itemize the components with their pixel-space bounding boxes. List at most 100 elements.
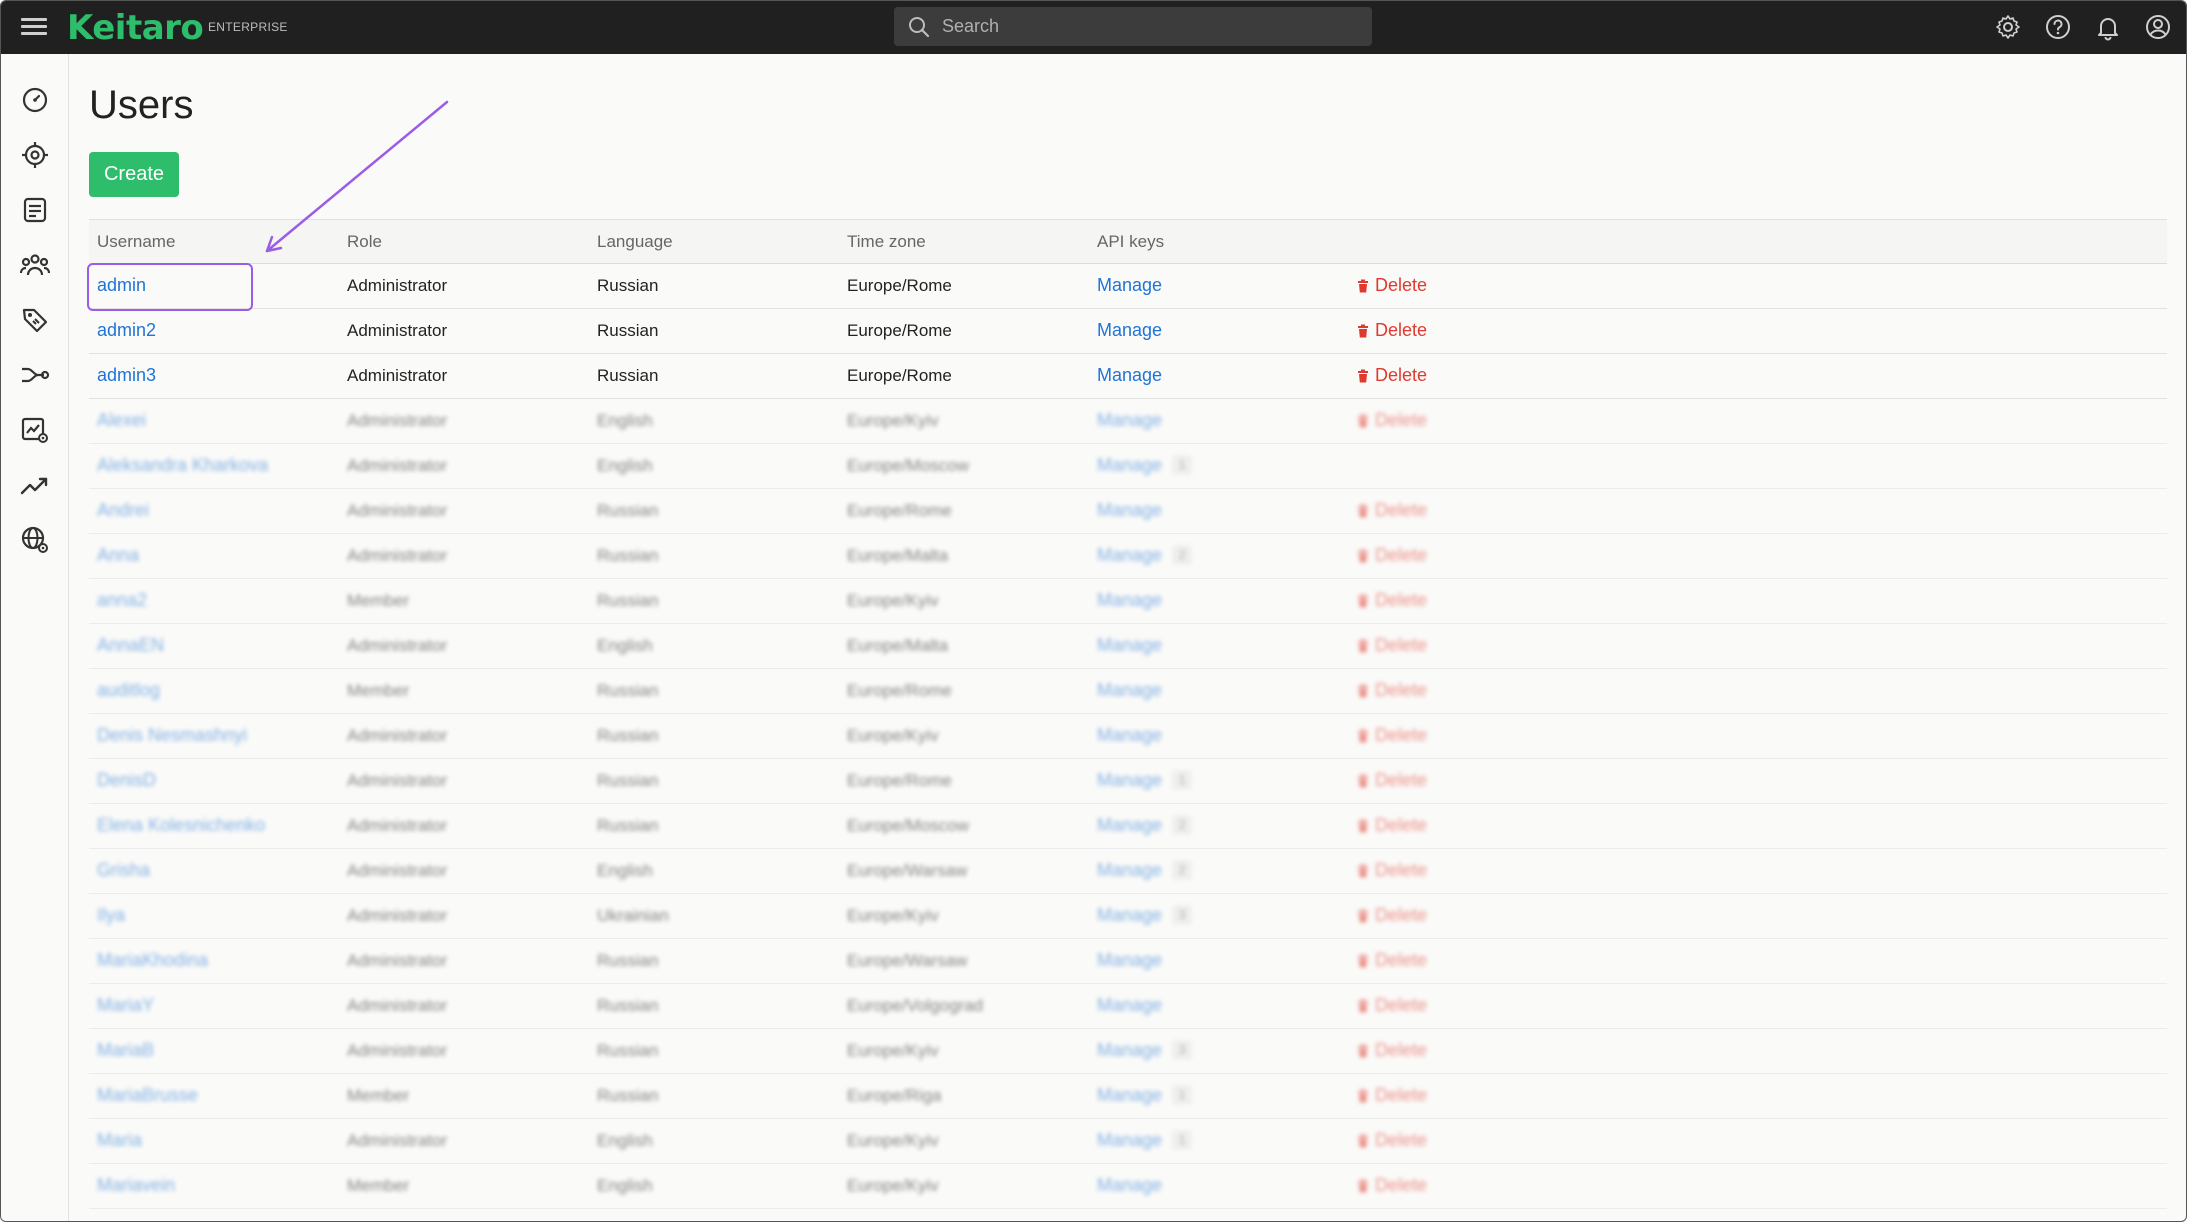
delete-button[interactable]: Delete (1357, 1130, 1427, 1151)
manage-api-keys-link[interactable]: Manage (1097, 275, 1162, 296)
language-cell: Russian (597, 276, 659, 295)
manage-api-keys-link[interactable]: Manage 3 (1097, 905, 1193, 926)
username-link[interactable]: admin3 (97, 365, 156, 386)
user-account-icon[interactable] (2144, 13, 2172, 41)
delete-button[interactable]: Delete (1357, 275, 1427, 296)
username-link[interactable]: Maria (97, 1130, 142, 1151)
search-input[interactable] (942, 16, 1342, 37)
manage-api-keys-link[interactable]: Manage 2 (1097, 545, 1193, 566)
manage-api-keys-link[interactable]: Manage 2 (1097, 860, 1193, 881)
username-link[interactable]: auditlog (97, 680, 160, 701)
column-header-api-keys[interactable]: API keys (1097, 232, 1164, 252)
keitaro-logo[interactable]: Keitaro (67, 8, 204, 48)
manage-api-keys-link[interactable]: Manage 2 (1097, 815, 1193, 836)
help-icon[interactable] (2044, 13, 2072, 41)
username-link[interactable]: Aleksandra Kharkova (97, 455, 268, 476)
delete-label: Delete (1375, 815, 1428, 835)
username-link[interactable]: admin (97, 275, 146, 296)
dashboard-icon[interactable] (19, 84, 51, 116)
reports-settings-icon[interactable] (19, 414, 51, 446)
delete-button[interactable]: Delete (1357, 635, 1427, 656)
username-link[interactable]: AnnaEN (97, 635, 164, 656)
bell-icon[interactable] (2094, 13, 2122, 41)
trash-icon (1358, 1134, 1368, 1147)
delete-button[interactable]: Delete (1357, 725, 1427, 746)
manage-api-keys-link[interactable]: Manage (1097, 590, 1162, 611)
trends-icon[interactable] (19, 469, 51, 501)
column-header-timezone[interactable]: Time zone (847, 232, 926, 252)
manage-api-keys-link[interactable]: Manage (1097, 320, 1162, 341)
delete-button[interactable]: Delete (1357, 770, 1427, 791)
manage-api-keys-link[interactable]: Manage 1 (1097, 1085, 1193, 1106)
delete-label: Delete (1375, 275, 1428, 295)
username-link[interactable]: Mariavein (97, 1175, 175, 1196)
manage-api-keys-link[interactable]: Manage (1097, 635, 1162, 656)
column-header-language[interactable]: Language (597, 232, 673, 252)
affiliate-networks-icon[interactable] (19, 249, 51, 281)
username-link[interactable]: MariaBrusse (97, 1085, 198, 1106)
column-header-role[interactable]: Role (347, 232, 382, 252)
manage-api-keys-link[interactable]: Manage (1097, 1175, 1162, 1196)
manage-api-keys-link[interactable]: Manage (1097, 950, 1162, 971)
flows-icon[interactable] (19, 359, 51, 391)
top-bar: Keitaro ENTERPRISE (1, 1, 2186, 54)
delete-button[interactable]: Delete (1357, 545, 1427, 566)
table-row: Maria Administrator English Europe/Kyiv Mana… (89, 1119, 2167, 1164)
username-link[interactable]: Anna (97, 545, 139, 566)
manage-api-keys-link[interactable]: Manage (1097, 995, 1162, 1016)
manage-api-keys-link[interactable]: Manage 1 (1097, 455, 1193, 476)
domains-icon[interactable] (19, 524, 51, 556)
delete-label: Delete (1375, 1130, 1428, 1150)
timezone-cell: Europe/Moscow (847, 456, 969, 475)
app-window: Keitaro ENTERPRISE Search Users Create U… (0, 0, 2187, 1222)
hamburger-menu-icon[interactable] (21, 15, 47, 39)
delete-button[interactable]: Delete (1357, 1175, 1427, 1196)
role-cell: Administrator (347, 501, 448, 520)
username-link[interactable]: Ilya (97, 905, 125, 926)
delete-button[interactable]: Delete (1357, 1085, 1427, 1106)
campaigns-icon[interactable] (19, 139, 51, 171)
manage-api-keys-link[interactable]: Manage (1097, 410, 1162, 431)
username-link[interactable]: anna2 (97, 590, 147, 611)
language-cell: Russian (597, 366, 659, 385)
manage-label: Manage (1097, 1040, 1163, 1060)
gear-icon[interactable] (1994, 13, 2022, 41)
column-header-username[interactable]: Username (97, 232, 175, 252)
manage-label: Manage (1097, 680, 1163, 700)
manage-api-keys-link[interactable]: Manage 1 (1097, 1130, 1193, 1151)
delete-button[interactable]: Delete (1357, 500, 1427, 521)
username-link[interactable]: Elena Kolesnichenko (97, 815, 265, 836)
manage-api-keys-link[interactable]: Manage 3 (1097, 1040, 1193, 1061)
tags-icon[interactable] (19, 304, 51, 336)
create-button[interactable]: Create (89, 152, 179, 197)
manage-api-keys-link[interactable]: Manage 1 (1097, 770, 1193, 791)
delete-button[interactable]: Delete (1357, 365, 1427, 386)
delete-button[interactable]: Delete (1357, 320, 1427, 341)
language-cell: Russian (597, 546, 659, 565)
top-bar-icons (1994, 13, 2172, 41)
offers-icon[interactable] (19, 194, 51, 226)
delete-button[interactable]: Delete (1357, 410, 1427, 431)
username-link[interactable]: MariaY (97, 995, 154, 1016)
manage-api-keys-link[interactable]: Manage (1097, 725, 1162, 746)
delete-button[interactable]: Delete (1357, 860, 1427, 881)
username-link[interactable]: MariaB (97, 1040, 154, 1061)
username-link[interactable]: Alexei (97, 410, 146, 431)
delete-button[interactable]: Delete (1357, 995, 1427, 1016)
manage-api-keys-link[interactable]: Manage (1097, 365, 1162, 386)
delete-button[interactable]: Delete (1357, 905, 1427, 926)
username-link[interactable]: Andrei (97, 500, 149, 521)
search-box[interactable] (894, 7, 1372, 46)
username-link[interactable]: MariaKhodina (97, 950, 208, 971)
delete-button[interactable]: Delete (1357, 950, 1427, 971)
username-link[interactable]: Denis Nesmashnyi (97, 725, 247, 746)
username-link[interactable]: admin2 (97, 320, 156, 341)
manage-api-keys-link[interactable]: Manage (1097, 680, 1162, 701)
username-link[interactable]: Grisha (97, 860, 150, 881)
delete-button[interactable]: Delete (1357, 1040, 1427, 1061)
delete-button[interactable]: Delete (1357, 590, 1427, 611)
delete-button[interactable]: Delete (1357, 680, 1427, 701)
manage-api-keys-link[interactable]: Manage (1097, 500, 1162, 521)
delete-button[interactable]: Delete (1357, 815, 1427, 836)
username-link[interactable]: DenisD (97, 770, 156, 791)
